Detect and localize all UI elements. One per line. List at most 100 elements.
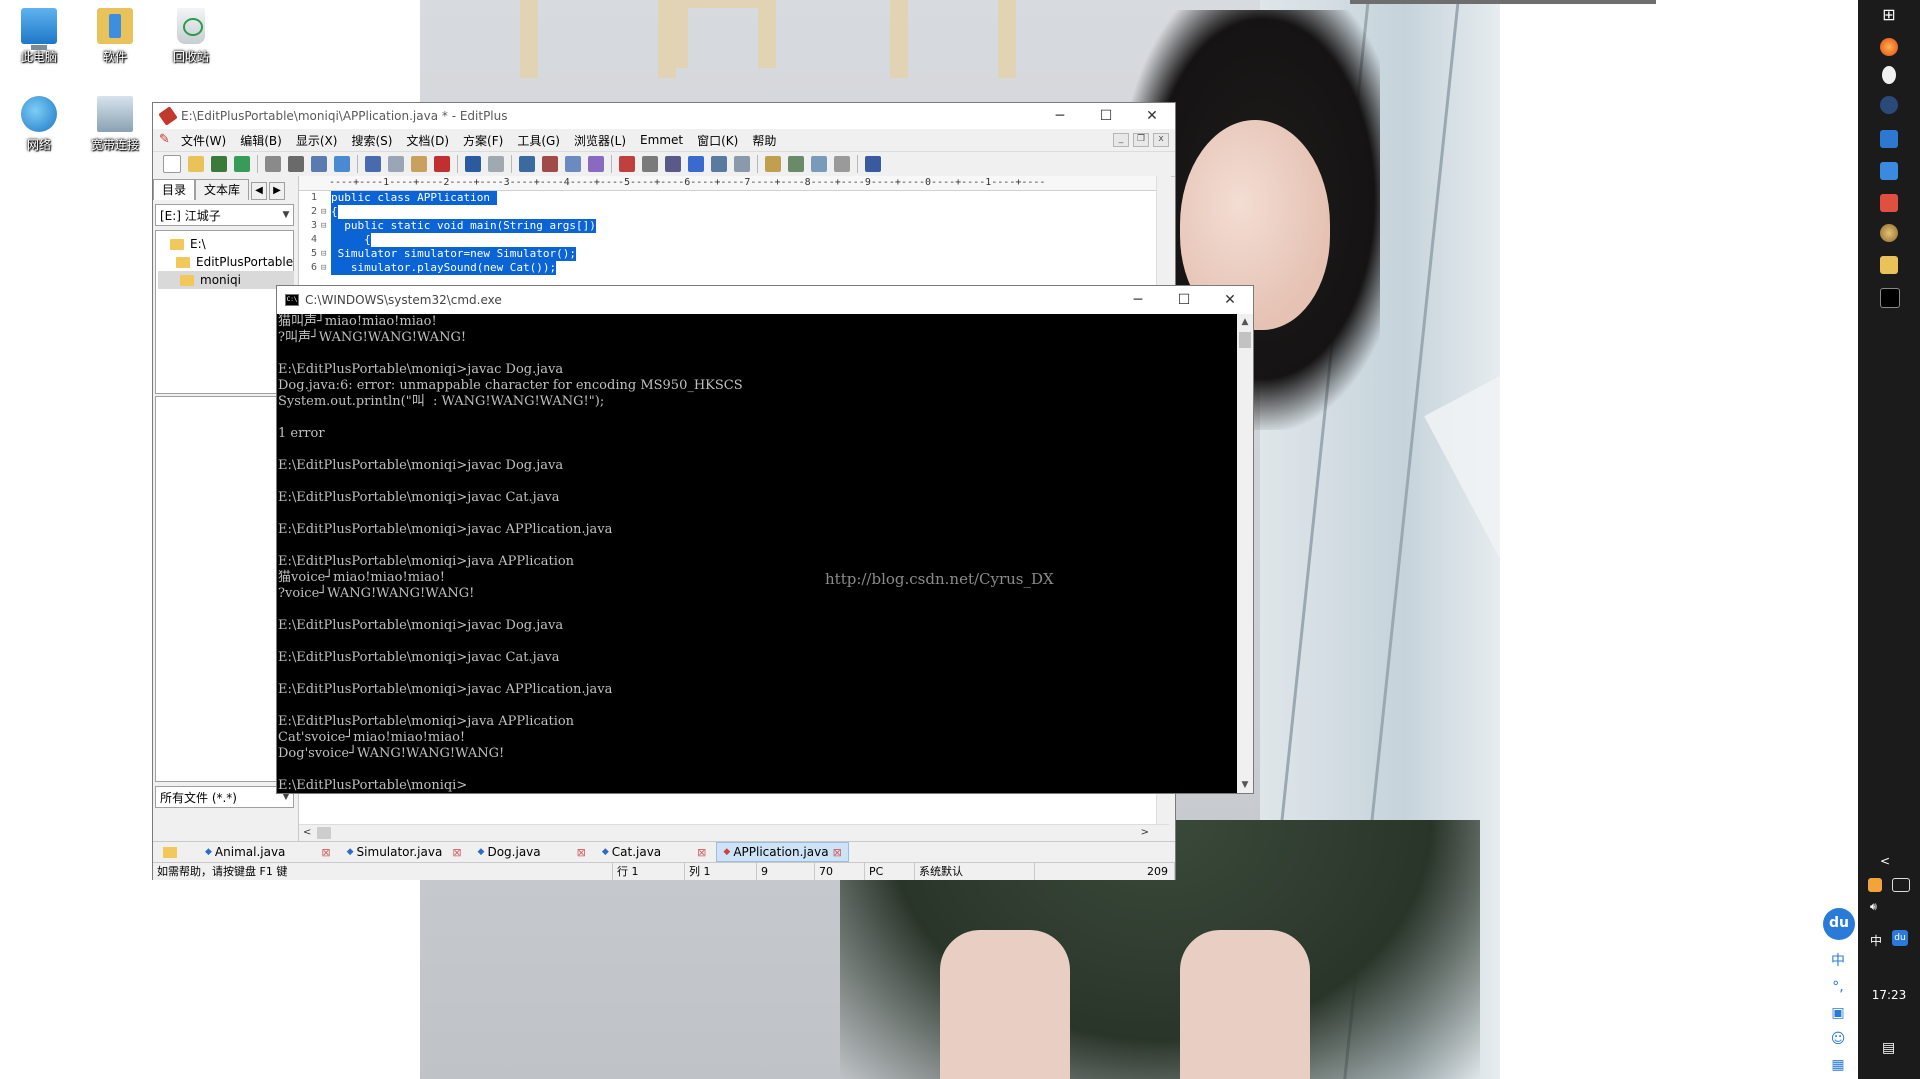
menu-window[interactable]: 窗口(K) bbox=[697, 132, 738, 149]
ime-punctuation-toggle[interactable]: °, bbox=[1827, 976, 1849, 998]
scroll-up-icon[interactable]: ▲ bbox=[1237, 314, 1253, 330]
steam-icon[interactable] bbox=[1880, 96, 1898, 114]
tab-scroll-right-icon[interactable]: ▶ bbox=[269, 182, 286, 200]
mdi-minimize-button[interactable]: _ bbox=[1113, 133, 1129, 147]
tree-item-root[interactable]: E:\ bbox=[170, 235, 206, 253]
network-tray-icon[interactable] bbox=[1892, 878, 1910, 892]
desktop-icon-broadband[interactable]: 宽带连接 bbox=[80, 96, 150, 153]
fullscreen-icon[interactable] bbox=[834, 156, 850, 172]
mdi-restore-button[interactable]: ❐ bbox=[1133, 133, 1149, 147]
redo-icon[interactable] bbox=[488, 156, 504, 172]
tab-cliptext[interactable]: 文本库 bbox=[195, 179, 250, 200]
menu-tools[interactable]: 工具(G) bbox=[517, 132, 560, 149]
tree-item-editplusportable[interactable]: EditPlusPortable bbox=[176, 253, 293, 271]
mdi-close-button[interactable]: x bbox=[1153, 133, 1169, 147]
browser-icon[interactable] bbox=[334, 156, 350, 172]
editplus-titlebar[interactable]: E:\EditPlusPortable\moniqi\APPlication.j… bbox=[153, 103, 1175, 129]
help-icon[interactable] bbox=[865, 156, 881, 172]
desktop-icon-this-pc[interactable]: 此电脑 bbox=[4, 8, 74, 65]
tile-icon[interactable] bbox=[788, 156, 804, 172]
minimize-button[interactable]: ─ bbox=[1115, 287, 1161, 313]
find-in-files-icon[interactable] bbox=[565, 156, 581, 172]
print-icon[interactable] bbox=[288, 156, 304, 172]
tab-directory[interactable]: 目录 bbox=[153, 179, 196, 200]
settings-icon[interactable] bbox=[734, 156, 750, 172]
close-tab-icon[interactable]: ⊠ bbox=[321, 846, 330, 859]
grid-menu-icon[interactable]: ▦ bbox=[1827, 1054, 1849, 1076]
menu-view[interactable]: 显示(X) bbox=[296, 132, 338, 149]
ime-chinese-toggle[interactable]: 中 bbox=[1827, 950, 1849, 972]
line-numbers-icon[interactable] bbox=[688, 156, 704, 172]
window-icon[interactable] bbox=[765, 156, 781, 172]
close-tab-icon[interactable]: ⊠ bbox=[833, 846, 842, 859]
undo-icon[interactable] bbox=[465, 156, 481, 172]
app-icon[interactable] bbox=[1880, 162, 1898, 180]
save-icon[interactable] bbox=[211, 156, 227, 172]
delete-icon[interactable] bbox=[434, 156, 450, 172]
system-clock[interactable]: 17:23 bbox=[1858, 988, 1920, 1002]
baidu-ime-floating-button[interactable]: du bbox=[1823, 908, 1855, 940]
replace-icon[interactable] bbox=[542, 156, 558, 172]
tray-app-icon[interactable] bbox=[1868, 878, 1882, 892]
desktop-icon-software[interactable]: 软件 bbox=[80, 8, 150, 65]
doc-tabs-folder[interactable] bbox=[153, 843, 195, 861]
doc-tab-dog[interactable]: ◆ Dog.java ⊠ bbox=[472, 843, 592, 861]
word-wrap-icon[interactable] bbox=[665, 156, 681, 172]
toolbox-icon[interactable]: ▣ bbox=[1827, 1002, 1849, 1024]
menu-edit[interactable]: 编辑(B) bbox=[240, 132, 282, 149]
ime-language[interactable]: 中 bbox=[1870, 932, 1882, 949]
scroll-left-icon[interactable]: < bbox=[303, 825, 311, 841]
find-icon[interactable] bbox=[519, 156, 535, 172]
tree-item-moniqi[interactable]: moniqi bbox=[158, 271, 294, 289]
editplus-taskbar-icon[interactable] bbox=[1880, 194, 1898, 212]
fold-marker[interactable]: ⊟ bbox=[321, 247, 331, 261]
close-button[interactable]: ✕ bbox=[1129, 103, 1175, 129]
fold-marker[interactable]: ⊟ bbox=[321, 205, 331, 219]
cmd-taskbar-icon[interactable] bbox=[1880, 288, 1900, 308]
close-tab-icon[interactable]: ⊠ bbox=[577, 846, 586, 859]
tab-scroll-left-icon[interactable]: ◀ bbox=[251, 182, 268, 200]
show-hidden-icons-icon[interactable]: < bbox=[1880, 854, 1890, 868]
cmd-window[interactable]: C:\ C:\WINDOWS\system32\cmd.exe ─ ☐ ✕ 猫叫… bbox=[276, 285, 1254, 794]
doc-tab-application[interactable]: ◆ APPlication.java ⊠ bbox=[716, 842, 849, 862]
editor-horizontal-scrollbar[interactable]: < > bbox=[299, 824, 1169, 841]
new-file-icon[interactable] bbox=[163, 155, 181, 173]
desktop-icon-network[interactable]: 网络 bbox=[4, 96, 74, 153]
close-tab-icon[interactable]: ⊠ bbox=[697, 846, 706, 859]
copy-icon[interactable] bbox=[388, 156, 404, 172]
code-area[interactable]: 1 public class APPlication 2 ⊟{ 3 ⊟ public … bbox=[299, 191, 1171, 275]
scroll-down-icon[interactable]: ▼ bbox=[1237, 777, 1253, 793]
minimize-button[interactable]: ─ bbox=[1037, 103, 1083, 129]
fold-marker[interactable]: ⊟ bbox=[321, 219, 331, 233]
goto-icon[interactable] bbox=[588, 156, 604, 172]
volume-icon[interactable]: 🔊︎ bbox=[1870, 900, 1877, 914]
file-explorer-icon[interactable] bbox=[1880, 256, 1898, 274]
menu-document[interactable]: 文档(D) bbox=[406, 132, 449, 149]
close-button[interactable]: ✕ bbox=[1207, 287, 1253, 313]
firefox-icon[interactable] bbox=[1880, 38, 1898, 56]
heading-icon[interactable] bbox=[642, 156, 658, 172]
desktop-icon-recycle-bin[interactable]: 回收站 bbox=[156, 8, 226, 65]
menu-project[interactable]: 方案(F) bbox=[463, 132, 503, 149]
scrollbar-thumb[interactable] bbox=[1239, 332, 1251, 348]
close-tab-icon[interactable]: ⊠ bbox=[452, 846, 461, 859]
file-list[interactable] bbox=[155, 396, 294, 782]
cascade-icon[interactable] bbox=[811, 156, 827, 172]
doc-tab-simulator[interactable]: ◆ Simulator.java ⊠ bbox=[341, 843, 468, 861]
menu-emmet[interactable]: Emmet bbox=[640, 133, 683, 147]
maximize-button[interactable]: ☐ bbox=[1161, 287, 1207, 313]
mail-icon[interactable] bbox=[1880, 130, 1898, 148]
menu-search[interactable]: 搜索(S) bbox=[351, 132, 392, 149]
console-vertical-scrollbar[interactable]: ▲ ▼ bbox=[1237, 314, 1253, 793]
console-output-area[interactable]: 猫叫声┘miao!miao!miao! ?叫声┘WANG!WANG!WANG! … bbox=[277, 314, 1237, 793]
font-icon[interactable] bbox=[619, 156, 635, 172]
file-filter-select[interactable]: 所有文件 (*.*) ▼ bbox=[155, 786, 294, 808]
qq-icon[interactable] bbox=[1882, 66, 1896, 84]
menu-help[interactable]: 帮助 bbox=[752, 132, 776, 149]
action-center-icon[interactable]: ▤ bbox=[1882, 1040, 1895, 1056]
spellcheck-icon[interactable] bbox=[311, 156, 327, 172]
cut-icon[interactable] bbox=[365, 156, 381, 172]
fold-marker[interactable]: ⊟ bbox=[321, 261, 331, 275]
ruler-icon[interactable] bbox=[711, 156, 727, 172]
scrollbar-thumb[interactable] bbox=[317, 827, 331, 839]
